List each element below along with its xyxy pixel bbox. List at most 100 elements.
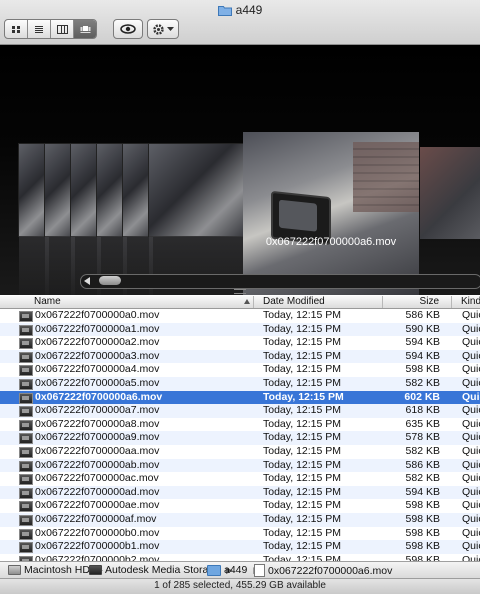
window-title-text: a449	[235, 3, 263, 17]
hard-disk-icon	[8, 565, 21, 575]
quick-look-button[interactable]	[113, 19, 143, 39]
file-name: 0x067222f0700000b2.mov	[35, 553, 160, 561]
movie-file-icon	[19, 324, 33, 336]
brick-wall-image	[353, 142, 419, 212]
cover-flow-view[interactable]: 0x067222f0700000a6.mov	[0, 45, 480, 295]
file-date-modified: Today, 12:15 PM	[263, 363, 342, 376]
window-title: a449	[0, 3, 480, 19]
list-lines-icon	[35, 25, 43, 33]
table-row[interactable]: 0x067222f0700000a8.mov Today, 12:15 PM 635…	[0, 418, 480, 432]
list-view-button[interactable]	[28, 20, 51, 38]
table-row[interactable]: 0x067222f0700000a0.mov Today, 12:15 PM 586…	[0, 309, 480, 323]
table-row[interactable]: 0x067222f0700000a1.mov Today, 12:15 PM 590…	[0, 322, 480, 337]
file-name: 0x067222f0700000ad.mov	[35, 485, 160, 498]
table-row[interactable]: 0x067222f0700000ad.mov Today, 12:15 PM 594…	[0, 485, 480, 500]
folder-icon	[217, 5, 232, 19]
table-row[interactable]: 0x067222f0700000a7.mov Today, 12:15 PM 618…	[0, 404, 480, 418]
path-item-label: 0x067222f0700000a6.mov	[268, 564, 393, 577]
chevron-down-icon	[167, 26, 174, 31]
eye-icon	[120, 24, 136, 34]
path-bar: Macintosh HD ▶ Autodesk Media Storage ▶ …	[0, 561, 480, 578]
file-size: 590 KB	[405, 322, 440, 335]
movie-file-icon	[19, 419, 33, 431]
file-name: 0x067222f0700000a7.mov	[35, 404, 160, 417]
file-size: 598 KB	[405, 540, 440, 553]
folder-icon	[207, 564, 221, 576]
cover-flow-resize-handle[interactable]	[234, 289, 246, 294]
file-name: 0x067222f0700000b1.mov	[35, 540, 160, 553]
file-name: 0x067222f0700000b0.mov	[35, 526, 160, 539]
table-row[interactable]: 0x067222f0700000ab.mov Today, 12:15 PM 586…	[0, 458, 480, 473]
cover-flow-caption: 0x067222f0700000a6.mov	[265, 236, 397, 248]
file-size: 594 KB	[405, 485, 440, 498]
table-row[interactable]: 0x067222f0700000a5.mov Today, 12:15 PM 582…	[0, 376, 480, 391]
columns-icon	[56, 24, 68, 34]
table-row[interactable]: 0x067222f0700000af.mov Today, 12:15 PM 598…	[0, 512, 480, 527]
file-date-modified: Today, 12:15 PM	[263, 540, 342, 553]
path-item-label: Autodesk Media Storage	[105, 564, 220, 576]
file-date-modified: Today, 12:15 PM	[263, 376, 342, 389]
scroll-left-arrow-icon[interactable]	[84, 277, 90, 285]
file-date-modified: Today, 12:15 PM	[263, 472, 342, 485]
icon-view-button[interactable]	[5, 20, 28, 38]
table-row[interactable]: 0x067222f0700000b0.mov Today, 12:15 PM 598…	[0, 527, 480, 541]
file-name: 0x067222f0700000ab.mov	[35, 458, 160, 471]
table-row[interactable]: 0x067222f0700000a6.mov Today, 12:15 PM 602…	[0, 390, 480, 405]
list-scrollbar[interactable]	[470, 309, 480, 561]
action-menu-button[interactable]	[147, 19, 179, 39]
file-size: 578 KB	[405, 431, 440, 444]
cover-flow-selected-preview[interactable]	[243, 132, 419, 295]
table-row[interactable]: 0x067222f0700000ac.mov Today, 12:15 PM 582…	[0, 472, 480, 486]
status-text: 1 of 285 selected, 455.29 GB available	[154, 580, 326, 591]
icon-grid-icon	[12, 25, 20, 33]
table-row[interactable]: 0x067222f0700000a4.mov Today, 12:15 PM 598…	[0, 363, 480, 377]
movie-file-icon	[19, 542, 33, 554]
movie-file-icon	[19, 433, 33, 445]
table-row[interactable]: 0x067222f0700000b1.mov Today, 12:15 PM 598…	[0, 540, 480, 554]
file-date-modified: Today, 12:15 PM	[263, 431, 342, 444]
movie-file-icon	[19, 460, 33, 472]
movie-file-icon	[19, 487, 33, 499]
cover-flow-item[interactable]	[148, 143, 244, 295]
table-row[interactable]: 0x067222f0700000a2.mov Today, 12:15 PM 594…	[0, 336, 480, 350]
path-item-label: a449	[224, 564, 248, 576]
column-header-date-modified[interactable]: Date Modified	[255, 296, 383, 308]
file-name: 0x067222f0700000ae.mov	[35, 499, 160, 512]
file-date-modified: Today, 12:15 PM	[263, 417, 342, 430]
column-view-button[interactable]	[51, 20, 74, 38]
path-item-current-file[interactable]: 0x067222f0700000a6.mov	[254, 564, 392, 577]
file-name: 0x067222f0700000a4.mov	[35, 363, 160, 376]
table-row[interactable]: 0x067222f0700000ae.mov Today, 12:15 PM 598…	[0, 499, 480, 513]
file-date-modified: Today, 12:15 PM	[263, 499, 342, 512]
column-header-size[interactable]: Size	[384, 296, 452, 308]
file-size: 598 KB	[405, 526, 440, 539]
file-date-modified: Today, 12:15 PM	[263, 553, 342, 561]
path-item-a449[interactable]: a449 ▶	[207, 564, 260, 576]
file-name: 0x067222f0700000a0.mov	[35, 309, 160, 321]
file-size: 635 KB	[405, 417, 440, 430]
file-name: 0x067222f0700000a6.mov	[35, 390, 163, 403]
gear-icon	[153, 23, 164, 35]
sort-ascending-icon	[244, 299, 250, 304]
cover-flow-item[interactable]	[420, 147, 480, 239]
table-row[interactable]: 0x067222f0700000a9.mov Today, 12:15 PM 578…	[0, 431, 480, 445]
file-size: 598 KB	[405, 499, 440, 512]
file-size: 586 KB	[405, 458, 440, 471]
file-size: 586 KB	[405, 309, 440, 321]
table-row[interactable]: 0x067222f0700000a3.mov Today, 12:15 PM 594…	[0, 349, 480, 364]
cover-flow-scroll-thumb[interactable]	[99, 276, 121, 285]
cover-flow-scrollbar[interactable]	[80, 274, 480, 289]
file-size: 602 KB	[404, 390, 440, 403]
cover-flow-button[interactable]	[74, 20, 96, 38]
status-bar: 1 of 285 selected, 455.29 GB available	[0, 578, 480, 594]
file-size: 582 KB	[405, 376, 440, 389]
movie-file-icon	[19, 474, 33, 486]
file-date-modified: Today, 12:15 PM	[263, 485, 342, 498]
file-size: 618 KB	[405, 404, 440, 417]
movie-file-icon	[254, 564, 265, 577]
column-header-kind[interactable]: Kind	[453, 296, 480, 308]
column-header-name[interactable]: Name	[0, 296, 254, 308]
table-row[interactable]: 0x067222f0700000aa.mov Today, 12:15 PM 582…	[0, 445, 480, 459]
file-size: 582 KB	[405, 472, 440, 485]
table-row[interactable]: 0x067222f0700000b2.mov Today, 12:15 PM 598…	[0, 554, 480, 561]
